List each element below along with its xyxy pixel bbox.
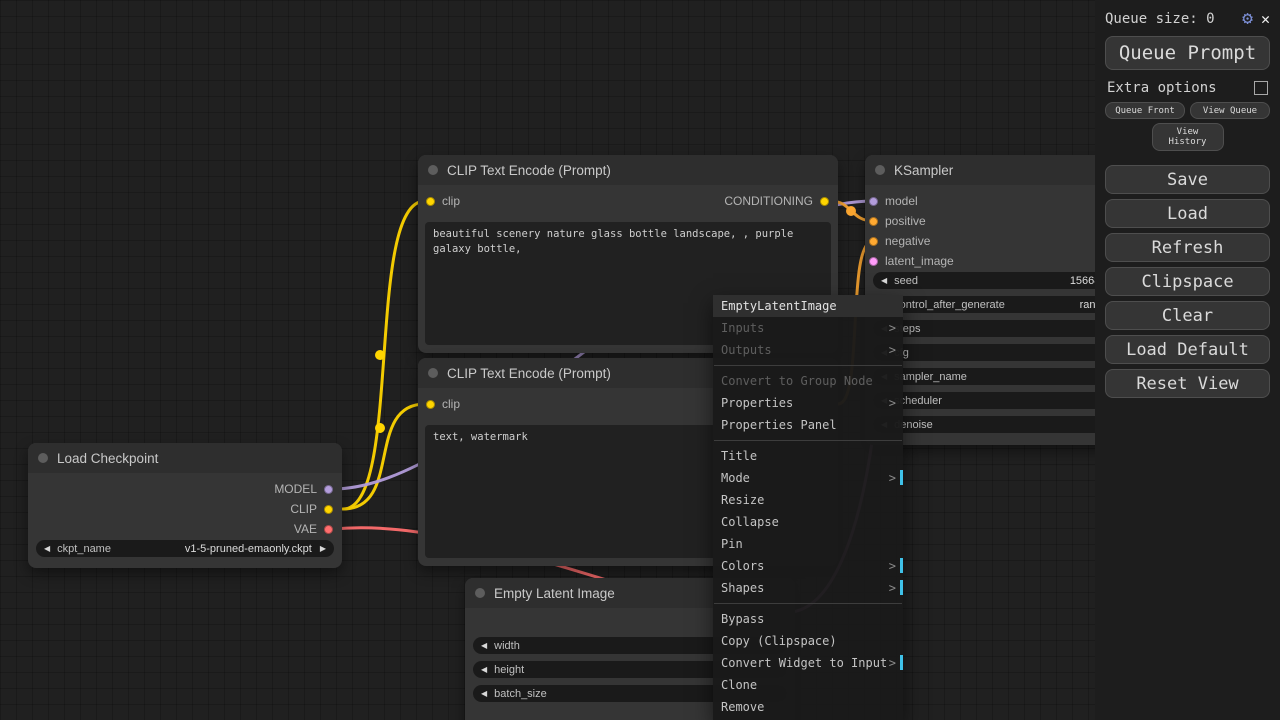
output-slot-conditioning[interactable]	[820, 196, 829, 206]
extra-options-checkbox[interactable]	[1254, 81, 1268, 95]
input-slot-label: clip	[442, 397, 461, 411]
collapse-dot-icon[interactable]	[38, 453, 48, 463]
menu-item-pin[interactable]: Pin	[713, 533, 903, 555]
widget-label: seed	[894, 274, 919, 287]
node-load-checkpoint[interactable]: Load Checkpoint MODEL CLIP VAE ◀ ckpt_na…	[28, 443, 342, 568]
arrow-right-icon[interactable]: ▶	[320, 544, 326, 553]
menu-item-remove[interactable]: Remove	[713, 696, 903, 718]
menu-item-convert-widget-to-input[interactable]: Convert Widget to Input >	[713, 652, 903, 674]
menu-item-convert-to-group-node: Convert to Group Node	[721, 374, 873, 388]
menu-separator	[714, 440, 902, 441]
arrow-left-icon[interactable]: ◀	[481, 665, 487, 674]
output-slot-clip[interactable]	[324, 504, 333, 514]
input-slot-label: model	[885, 194, 918, 208]
view-queue-button[interactable]: View Queue	[1190, 102, 1270, 119]
widget-label: ckpt_name	[57, 542, 111, 555]
input-slot-model[interactable]	[869, 196, 878, 206]
collapse-dot-icon[interactable]	[428, 368, 438, 378]
submenu-arrow-icon: >	[888, 656, 896, 670]
load-default-button[interactable]: Load Default	[1105, 335, 1270, 364]
arrow-left-icon[interactable]: ◀	[481, 641, 487, 650]
comfy-menu-panel: Queue size: 0 ⚙ ✕ Queue Prompt Extra opt…	[1095, 0, 1280, 720]
queue-size-label: Queue size: 0	[1105, 11, 1215, 27]
queue-front-button[interactable]: Queue Front	[1105, 102, 1185, 119]
widget-label: height	[494, 663, 525, 676]
node-header[interactable]: CLIP Text Encode (Prompt)	[418, 155, 838, 185]
widget-label: sampler_name	[894, 370, 967, 383]
arrow-left-icon[interactable]: ◀	[44, 544, 50, 553]
input-slot-latent-image[interactable]	[869, 256, 878, 266]
link-dot	[375, 423, 385, 433]
node-title: CLIP Text Encode (Prompt)	[447, 365, 611, 381]
load-button[interactable]: Load	[1105, 199, 1270, 228]
menu-item-shapes[interactable]: Shapes >	[713, 577, 903, 599]
menu-item-bypass[interactable]: Bypass	[713, 608, 903, 630]
collapse-dot-icon[interactable]	[428, 165, 438, 175]
input-slot-label: latent_image	[885, 254, 954, 268]
menu-item-mode[interactable]: Mode >	[713, 467, 903, 489]
settings-gear-icon[interactable]: ⚙	[1242, 10, 1253, 28]
input-slot-clip[interactable]	[426, 399, 435, 409]
output-slot-model[interactable]	[324, 484, 333, 494]
collapse-dot-icon[interactable]	[475, 588, 485, 598]
widget-label: control_after_generate	[894, 298, 1005, 311]
input-slot-clip[interactable]	[426, 196, 435, 206]
menu-item-resize[interactable]: Resize	[713, 489, 903, 511]
menu-item-outputs: Outputs >	[721, 343, 896, 357]
refresh-button[interactable]: Refresh	[1105, 233, 1270, 262]
node-header[interactable]: Load Checkpoint	[28, 443, 342, 473]
extra-options-label: Extra options	[1107, 80, 1217, 96]
wire-clip-to-negative-encode	[341, 402, 427, 511]
node-title: Load Checkpoint	[57, 450, 159, 466]
reset-view-button[interactable]: Reset View	[1105, 369, 1270, 398]
output-slot-label: CLIP	[290, 502, 317, 516]
clear-button[interactable]: Clear	[1105, 301, 1270, 330]
node-context-menu: EmptyLatentImage Inputs > Outputs > Conver…	[713, 295, 903, 720]
input-slot-label: negative	[885, 234, 931, 248]
menu-item-properties[interactable]: Properties >	[713, 392, 903, 414]
ckpt-name-widget[interactable]: ◀ ckpt_name v1-5-pruned-emaonly.ckpt ▶	[36, 540, 334, 557]
save-button[interactable]: Save	[1105, 165, 1270, 194]
input-slot-label: positive	[885, 214, 926, 228]
input-slot-negative[interactable]	[869, 236, 878, 246]
clipspace-button[interactable]: Clipspace	[1105, 267, 1270, 296]
context-menu-title: EmptyLatentImage	[713, 295, 903, 317]
menu-item-properties-panel[interactable]: Properties Panel	[713, 414, 903, 436]
output-slot-label: VAE	[293, 522, 317, 536]
output-slot-label: CONDITIONING	[724, 194, 813, 208]
queue-prompt-button[interactable]: Queue Prompt	[1105, 36, 1270, 70]
submenu-arrow-icon: >	[888, 396, 896, 410]
menu-item-copy-clipspace[interactable]: Copy (Clipspace)	[713, 630, 903, 652]
output-slot-label: MODEL	[274, 482, 317, 496]
arrow-left-icon[interactable]: ◀	[481, 689, 487, 698]
widget-value: v1-5-pruned-emaonly.ckpt	[184, 542, 312, 555]
input-slot-positive[interactable]	[869, 216, 878, 226]
menu-item-inputs: Inputs >	[721, 321, 896, 335]
menu-separator	[714, 603, 902, 604]
view-history-button[interactable]: View History	[1151, 123, 1224, 151]
collapse-dot-icon[interactable]	[875, 165, 885, 175]
submenu-arrow-icon: >	[888, 559, 896, 573]
node-title: KSampler	[894, 162, 954, 178]
widget-label: batch_size	[494, 687, 547, 700]
link-dot	[846, 206, 856, 216]
menu-item-clone[interactable]: Clone	[713, 674, 903, 696]
submenu-arrow-icon: >	[888, 471, 896, 485]
menu-separator	[714, 365, 902, 366]
arrow-left-icon[interactable]: ◀	[881, 276, 887, 285]
node-title: Empty Latent Image	[494, 585, 615, 601]
menu-item-title[interactable]: Title	[713, 445, 903, 467]
node-title: CLIP Text Encode (Prompt)	[447, 162, 611, 178]
output-slot-vae[interactable]	[324, 524, 333, 534]
submenu-arrow-icon: >	[888, 581, 896, 595]
submenu-arrow-icon: >	[888, 343, 896, 357]
close-icon[interactable]: ✕	[1261, 11, 1270, 27]
widget-label: width	[494, 639, 520, 652]
menu-item-colors[interactable]: Colors >	[713, 555, 903, 577]
menu-item-collapse[interactable]: Collapse	[713, 511, 903, 533]
input-slot-label: clip	[442, 194, 461, 208]
link-dot	[375, 350, 385, 360]
graph-canvas[interactable]: CLIP Text Encode (Prompt) clip CONDITION…	[0, 0, 1280, 720]
submenu-arrow-icon: >	[888, 321, 896, 335]
